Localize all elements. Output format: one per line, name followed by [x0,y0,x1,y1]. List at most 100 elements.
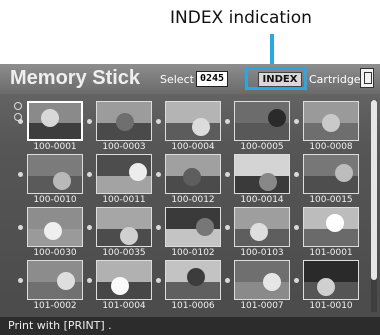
thumbnail-image[interactable] [165,207,221,247]
thumbnail-image[interactable] [27,207,83,247]
thumbnail-item[interactable]: 100-0008 [294,99,363,152]
thumbnail-item[interactable]: 101-0004 [87,258,156,311]
thumbnail-image[interactable] [165,101,221,141]
thumbnail-subject [322,114,340,132]
thumbnail-sky [235,261,289,282]
selection-dot-icon [156,119,161,124]
thumbnail-item[interactable]: 100-0035 [87,205,156,258]
thumbnail-item[interactable]: 100-0012 [156,152,225,205]
thumbnail-label: 100-0103 [240,248,284,258]
thumbnail-subject [187,268,205,286]
thumbnail-image[interactable] [96,260,152,300]
thumbnail-subject [326,214,344,232]
thumbnail-sky [28,155,82,176]
thumbnail-image[interactable] [27,260,83,300]
header-bar: Memory Stick Select 0245 INDEX Cartridge [0,64,380,94]
thumbnail-image[interactable] [165,260,221,300]
thumbnail-label: 101-0010 [309,301,353,311]
scrollbar[interactable] [371,100,377,312]
thumbnail-label: 100-0035 [102,248,146,258]
selection-dot-icon [18,225,23,230]
thumbnail-item[interactable]: 101-0001 [294,205,363,258]
thumbnail-label: 101-0006 [171,301,215,311]
callout-pointer-line [270,34,274,65]
thumbnail-label: 100-0001 [33,142,77,152]
thumbnail-item[interactable]: 100-0014 [225,152,294,205]
thumbnail-label: 100-0005 [240,142,284,152]
thumbnail-item[interactable]: 100-0003 [87,99,156,152]
thumbnail-image[interactable] [234,154,290,194]
selection-dot-icon [87,119,92,124]
thumbnail-image[interactable] [27,154,83,194]
thumbnail-image[interactable] [234,260,290,300]
thumbnail-item[interactable]: 100-0015 [294,152,363,205]
selection-dot-icon [156,225,161,230]
thumbnail-grid: 100-0001 100-0003 100-0004 100-0005 100-0008… [18,99,373,311]
thumbnail-sky [166,102,220,123]
selection-dot-icon [294,278,299,283]
selection-dot-icon [225,278,230,283]
thumbnail-subject [192,118,210,136]
thumbnail-subject [259,173,277,191]
thumbnail-item[interactable]: 100-0010 [18,152,87,205]
thumbnail-item[interactable]: 100-0004 [156,99,225,152]
thumbnail-subject [111,277,129,295]
thumbnail-label: 100-0011 [102,195,146,205]
thumbnail-image[interactable] [303,207,359,247]
thumbnail-label: 100-0010 [33,195,77,205]
select-count: 0245 [196,71,228,87]
thumbnail-subject [53,172,71,190]
thumbnail-item[interactable]: 100-0103 [225,205,294,258]
thumbnail-label: 101-0002 [33,301,77,311]
thumbnail-item[interactable]: 100-0001 [18,99,87,152]
thumbnail-subject [41,109,59,127]
selection-dot-icon [18,278,23,283]
thumbnail-subject [183,168,201,186]
thumbnail-label: 100-0102 [171,248,215,258]
thumbnail-label: 101-0004 [102,301,146,311]
selection-dot-icon [18,119,23,124]
printer-lcd-screen: Memory Stick Select 0245 INDEX Cartridge… [0,64,380,335]
thumbnail-item[interactable]: 101-0006 [156,258,225,311]
thumbnail-subject [196,218,214,236]
selection-dot-icon [225,172,230,177]
thumbnail-image[interactable] [303,101,359,141]
thumbnail-item[interactable]: 100-0005 [225,99,294,152]
select-label: Select [160,73,194,86]
thumbnail-image[interactable] [96,154,152,194]
thumbnail-item[interactable]: 101-0002 [18,258,87,311]
thumbnail-image[interactable] [165,154,221,194]
thumbnail-item[interactable]: 100-0102 [156,205,225,258]
index-indication-callout: INDEX indication [170,8,312,28]
thumbnail-subject [44,222,62,240]
thumbnail-ground [235,281,289,299]
selection-dot-icon [87,225,92,230]
thumbnail-image[interactable] [303,154,359,194]
thumbnail-subject [268,109,286,127]
thumbnail-label: 100-0030 [33,248,77,258]
thumbnail-image[interactable] [96,101,152,141]
thumbnail-image[interactable] [96,207,152,247]
thumbnail-label: 100-0008 [309,142,353,152]
scrollbar-thumb[interactable] [371,100,377,280]
thumbnail-label: 100-0014 [240,195,284,205]
thumbnail-item[interactable]: 101-0007 [225,258,294,311]
selection-dot-icon [87,278,92,283]
thumbnail-label: 100-0003 [102,142,146,152]
thumbnail-image[interactable] [234,101,290,141]
selection-dot-icon [156,172,161,177]
selection-dot-icon [18,172,23,177]
thumbnail-label: 100-0012 [171,195,215,205]
selection-dot-icon [294,172,299,177]
thumbnail-image[interactable] [234,207,290,247]
thumbnail-item[interactable]: 100-0011 [87,152,156,205]
index-badge: INDEX [258,72,302,87]
thumbnail-item[interactable]: 100-0030 [18,205,87,258]
thumbnail-image[interactable] [27,101,83,141]
thumbnail-label: 100-0004 [171,142,215,152]
footer-hint: Print with [PRINT] . [8,319,112,332]
thumbnail-subject [116,113,134,131]
thumbnail-item[interactable]: 101-0010 [294,258,363,311]
thumbnail-image[interactable] [303,260,359,300]
thumbnail-subject [57,272,75,290]
